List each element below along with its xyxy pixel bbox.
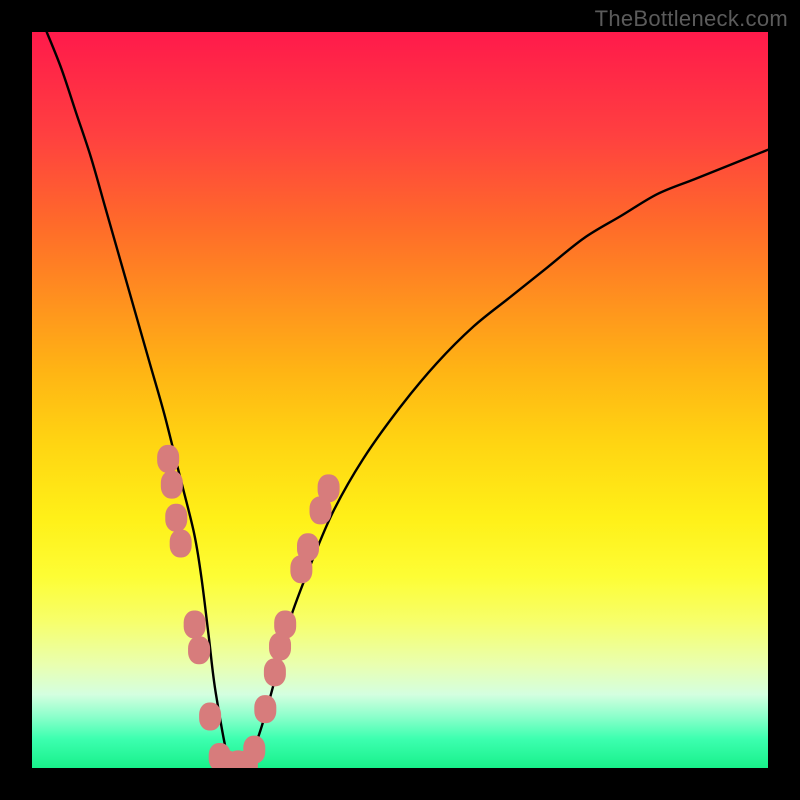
attribution-watermark: TheBottleneck.com [595, 6, 788, 32]
highlight-marker [274, 610, 296, 638]
plot-area [32, 32, 768, 768]
bottleneck-curve [47, 32, 768, 768]
bottleneck-curve-path [47, 32, 768, 768]
highlight-marker [165, 504, 187, 532]
highlight-marker [199, 702, 221, 730]
highlight-marker [318, 474, 340, 502]
highlight-marker [170, 530, 192, 558]
highlight-marker [254, 695, 276, 723]
highlight-marker [157, 445, 179, 473]
highlight-marker [188, 636, 210, 664]
highlight-marker [161, 471, 183, 499]
highlight-marker [264, 658, 286, 686]
chart-frame: TheBottleneck.com [0, 0, 800, 800]
curve-overlay [32, 32, 768, 768]
highlight-marker [297, 533, 319, 561]
highlight-marker [184, 610, 206, 638]
highlight-marker [243, 736, 265, 764]
